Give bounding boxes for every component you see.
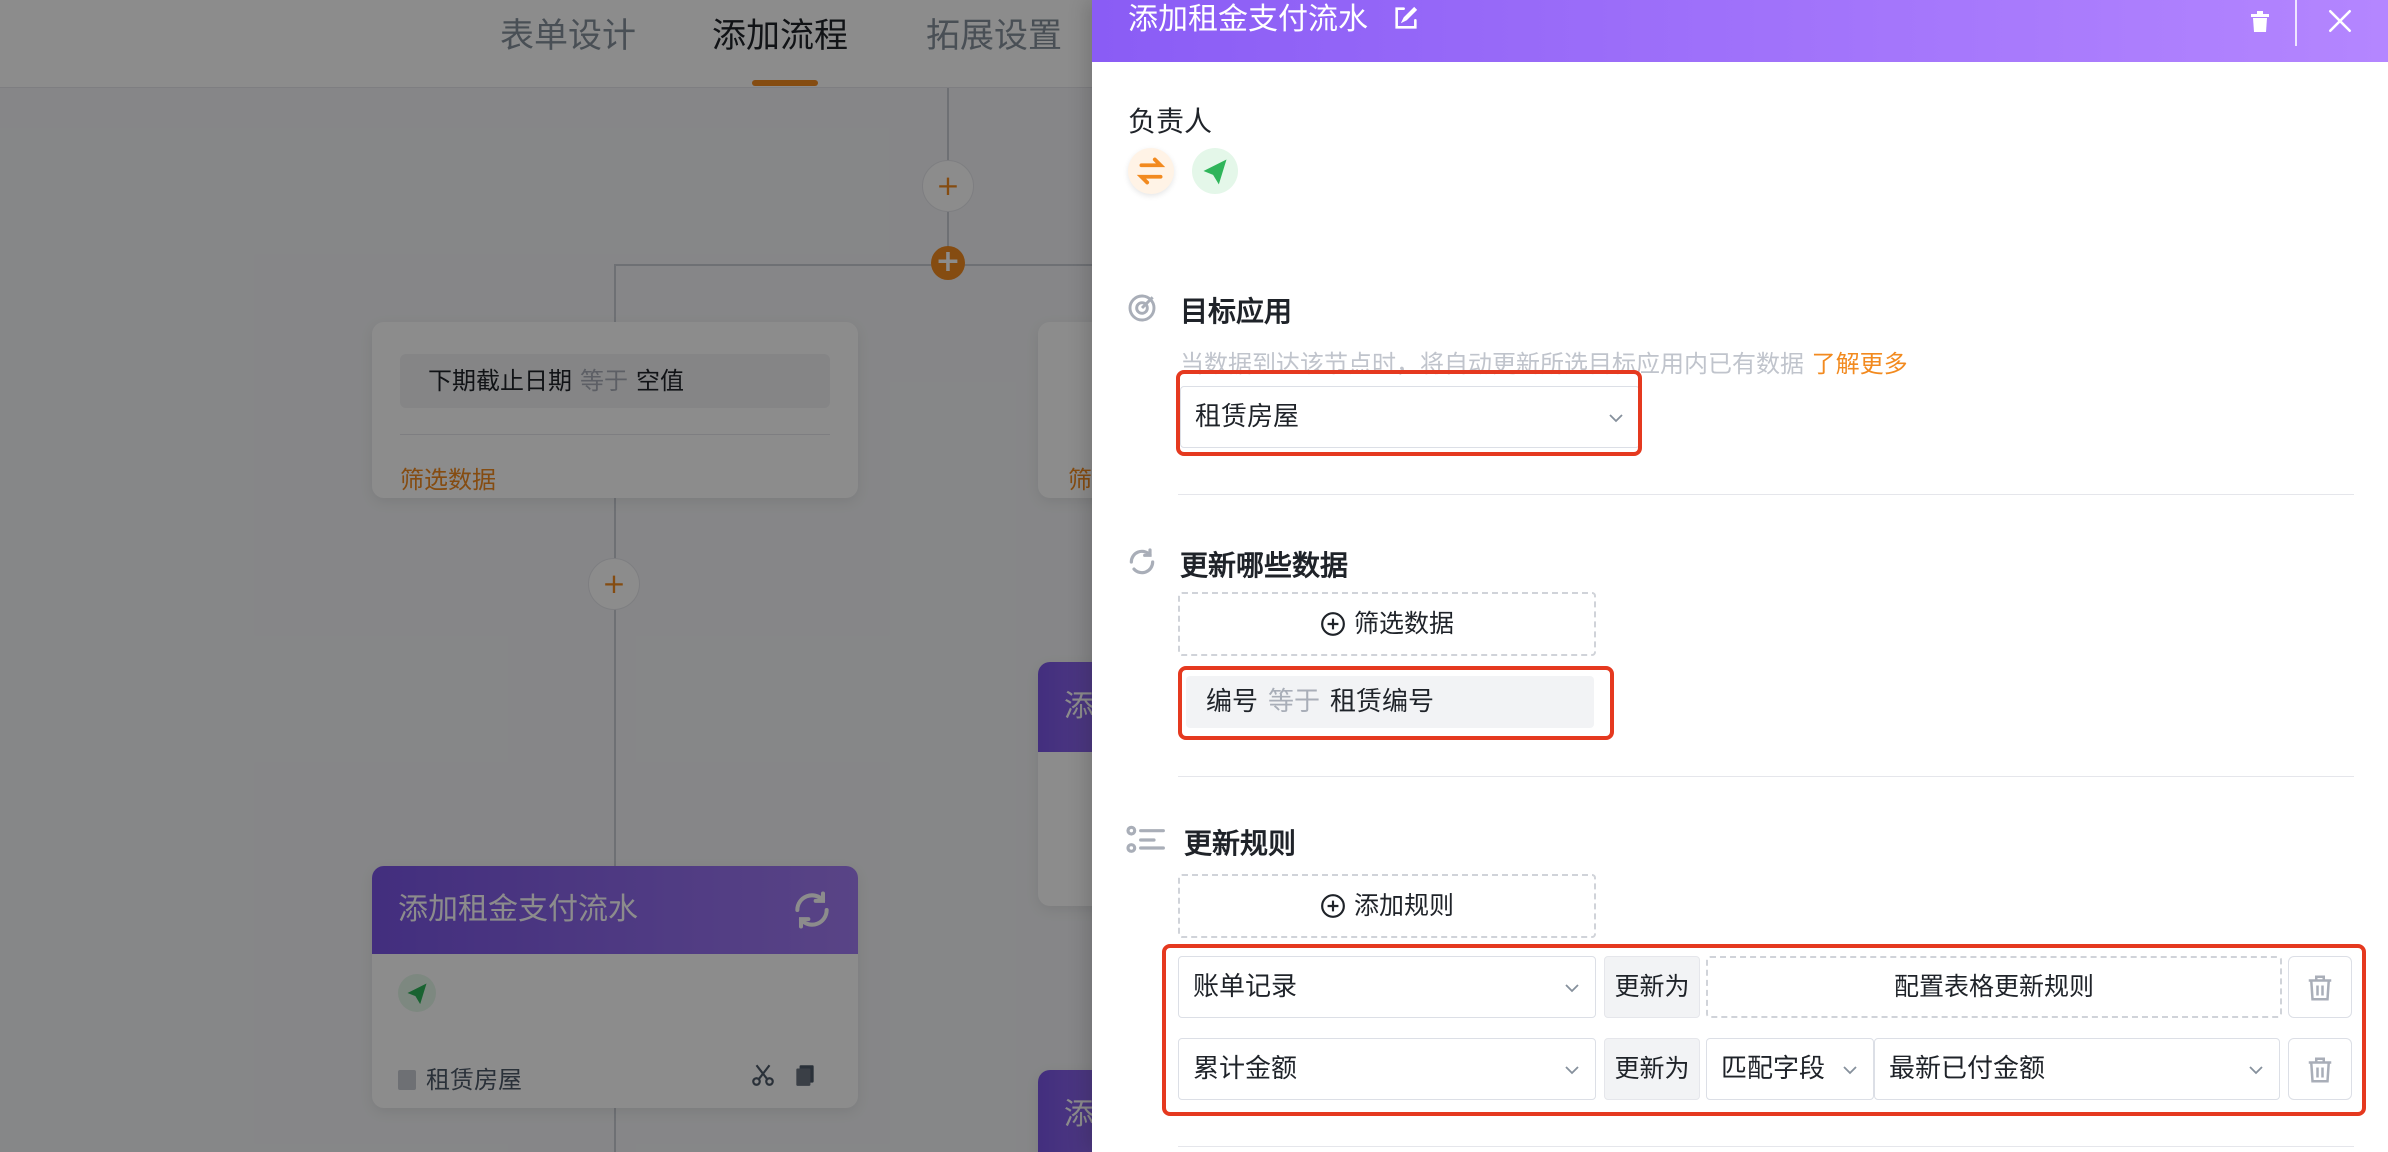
target-app-label: 目标应用 bbox=[1180, 295, 1293, 328]
modal-backdrop[interactable] bbox=[0, 0, 1092, 1152]
sync-icon bbox=[1129, 548, 1155, 575]
highlight-update-rules bbox=[1162, 944, 2366, 1116]
section-divider bbox=[1178, 1146, 2354, 1147]
filter-data-button[interactable]: 筛选数据 bbox=[1178, 592, 1596, 656]
switch-owner-button[interactable] bbox=[1128, 148, 1174, 194]
header-separator bbox=[2295, 0, 2297, 46]
owner-label: 负责人 bbox=[1128, 105, 1213, 138]
add-rule-button[interactable]: 添加规则 bbox=[1178, 874, 1596, 938]
highlight-filter-condition bbox=[1178, 666, 1614, 740]
learn-more-link[interactable]: 了解更多 bbox=[1812, 350, 1908, 378]
target-icon bbox=[1128, 294, 1156, 322]
delete-node-button[interactable] bbox=[2240, 2, 2280, 42]
edit-title-icon[interactable] bbox=[1392, 4, 1420, 32]
update-data-label: 更新哪些数据 bbox=[1180, 549, 1349, 582]
filter-data-button-label: 筛选数据 bbox=[1353, 609, 1454, 638]
update-rules-label: 更新规则 bbox=[1184, 827, 1297, 860]
add-rule-button-label: 添加规则 bbox=[1353, 891, 1454, 920]
close-panel-button[interactable] bbox=[2320, 2, 2360, 42]
panel-header: 添加租金支付流水 bbox=[1092, 0, 2388, 62]
section-divider bbox=[1178, 494, 2354, 495]
close-icon bbox=[2328, 9, 2352, 33]
notify-owner-button[interactable] bbox=[1192, 148, 1238, 194]
rules-list-icon bbox=[1126, 825, 1165, 853]
trash-icon bbox=[2251, 11, 2269, 32]
highlight-target-app bbox=[1176, 370, 1642, 456]
swap-icon bbox=[1136, 157, 1166, 185]
send-icon bbox=[1203, 159, 1227, 185]
plus-circle-icon bbox=[1321, 894, 1345, 918]
panel-title: 添加租金支付流水 bbox=[1128, 2, 1368, 37]
plus-circle-icon bbox=[1321, 612, 1345, 636]
section-divider bbox=[1178, 776, 2354, 777]
panel-title-wrap: 添加租金支付流水 bbox=[1128, 0, 1420, 40]
